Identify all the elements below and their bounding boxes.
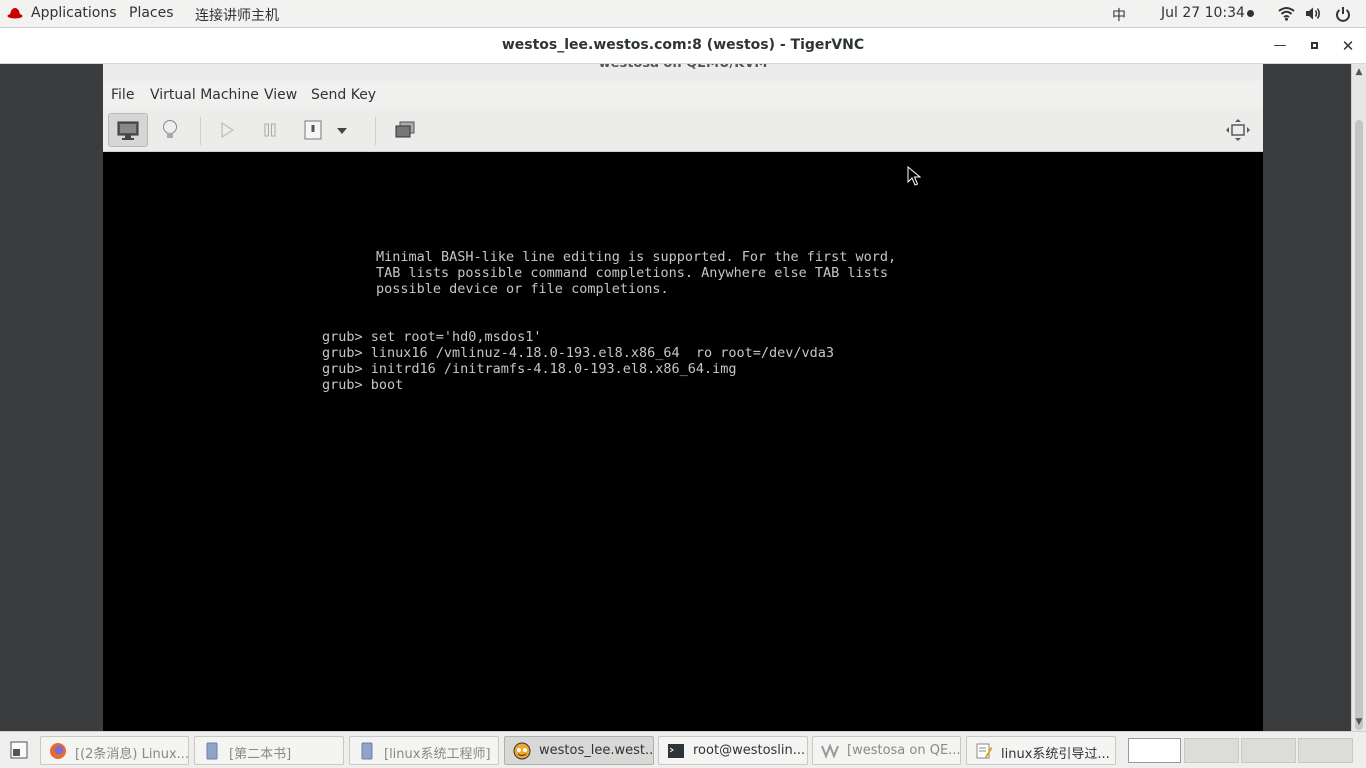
vm-toolbar	[103, 109, 1263, 152]
snapshots-button[interactable]	[385, 113, 425, 147]
workspace-3[interactable]	[1241, 738, 1296, 763]
fullscreen-icon	[1226, 119, 1250, 141]
vnc-title-bar: westos_lee.westos.com:8 (westos) - Tiger…	[0, 28, 1366, 64]
chevron-down-icon	[337, 128, 347, 134]
scrollbar-thumb[interactable]	[1355, 120, 1363, 730]
vm-console[interactable]: Minimal BASH-like line editing is suppor…	[103, 152, 1263, 731]
play-icon	[221, 121, 235, 139]
vnc-window-title: westos_lee.westos.com:8 (westos) - Tiger…	[501, 37, 865, 53]
firefox-icon	[50, 743, 66, 759]
tigervnc-icon	[513, 742, 531, 760]
vnc-remote-display[interactable]: westosa on QEMU/KVM File Virtual Machine…	[0, 64, 1352, 731]
taskbar-item-firefox[interactable]: [(2条消息) Linux...	[40, 736, 189, 765]
taskbar-item-label: [(2条消息) Linux...	[75, 747, 189, 762]
pause-button[interactable]	[250, 113, 290, 147]
run-button[interactable]	[207, 113, 247, 147]
virt-manager-icon	[821, 743, 839, 759]
taskbar-item-label: [第二本书]	[229, 747, 292, 762]
taskbar-item-second-book[interactable]: [第二本书]	[194, 736, 344, 765]
taskbar-item-text-editor[interactable]: linux系统引导过...	[966, 736, 1116, 765]
menu-virtual-machine[interactable]: Virtual Machine	[150, 87, 259, 103]
notification-dot-icon	[1247, 10, 1254, 17]
maximize-button[interactable]	[1304, 36, 1324, 56]
applications-menu[interactable]: Applications	[31, 5, 117, 21]
taskbar-item-terminal[interactable]: root@westoslin...	[658, 736, 808, 765]
workspace-2[interactable]	[1184, 738, 1239, 763]
console-line-3: possible device or file completions.	[376, 281, 669, 297]
taskbar-item-label: root@westoslin...	[693, 743, 806, 758]
document-icon	[361, 742, 373, 760]
menu-file[interactable]: File	[111, 87, 134, 103]
power-icon[interactable]	[1335, 6, 1351, 22]
shutdown-menu-button[interactable]	[332, 113, 352, 147]
menu-send-key[interactable]: Send Key	[311, 87, 376, 103]
wifi-icon[interactable]	[1278, 6, 1295, 21]
taskbar-item-label: [linux系统工程师]	[384, 747, 491, 762]
vnc-vertical-scrollbar[interactable]: ▲ ▼	[1351, 64, 1366, 731]
console-grub-line-2: grub> linux16 /vmlinuz-4.18.0-193.el8.x8…	[322, 345, 835, 361]
top-panel: Applications Places 连接讲师主机 中 Jul 27 10:3…	[0, 0, 1366, 28]
pause-icon	[264, 123, 276, 137]
terminal-icon	[668, 744, 684, 758]
console-line-2: TAB lists possible command completions. …	[376, 265, 889, 281]
scroll-up-arrow-icon[interactable]: ▲	[1352, 65, 1366, 79]
shutdown-button[interactable]	[293, 113, 333, 147]
mouse-cursor-icon	[907, 166, 921, 186]
volume-icon[interactable]	[1305, 6, 1322, 21]
taskbar-item-label: [westosa on QE...	[847, 743, 961, 758]
fullscreen-button[interactable]	[1218, 113, 1258, 147]
monitor-icon	[117, 121, 139, 140]
redhat-logo-icon	[7, 8, 23, 19]
taskbar-item-tigervnc[interactable]: westos_lee.west...	[504, 736, 654, 765]
connect-teacher-host-menu[interactable]: 连接讲师主机	[195, 5, 279, 25]
show-desktop-icon[interactable]	[10, 741, 28, 759]
taskbar: [(2条消息) Linux... [第二本书] [linux系统工程师] wes…	[0, 731, 1366, 768]
snapshot-icon	[395, 121, 415, 138]
virt-manager-window: westosa on QEMU/KVM File Virtual Machine…	[103, 64, 1263, 731]
workspace-4[interactable]	[1298, 738, 1353, 763]
input-method-indicator[interactable]: 中	[1112, 5, 1126, 25]
clock[interactable]: Jul 27 10:34	[1161, 5, 1245, 21]
taskbar-item-linux-engineer[interactable]: [linux系统工程师]	[349, 736, 499, 765]
console-grub-line-4: grub> boot	[322, 377, 404, 393]
taskbar-item-virt-manager[interactable]: [westosa on QE...	[812, 736, 961, 765]
close-button[interactable]: ✕	[1338, 36, 1358, 56]
vm-menubar: File Virtual Machine View Send Key	[103, 81, 1263, 109]
taskbar-item-label: westos_lee.west...	[539, 743, 654, 758]
places-menu[interactable]: Places	[129, 5, 174, 21]
minimize-button[interactable]: —	[1270, 36, 1290, 56]
text-editor-icon	[976, 743, 993, 759]
console-line-1: Minimal BASH-like line editing is suppor…	[376, 249, 897, 265]
show-details-button[interactable]	[150, 113, 190, 147]
vm-window-title: westosa on QEMU/KVM	[103, 64, 1263, 74]
power-off-icon	[304, 120, 322, 140]
show-console-button[interactable]	[108, 113, 148, 147]
lightbulb-icon	[163, 120, 177, 138]
scroll-down-arrow-icon[interactable]: ▼	[1352, 715, 1366, 729]
menu-view[interactable]: View	[264, 87, 297, 103]
taskbar-item-label: linux系统引导过...	[1001, 747, 1110, 762]
console-grub-line-3: grub> initrd16 /initramfs-4.18.0-193.el8…	[322, 361, 737, 377]
workspace-1[interactable]	[1128, 738, 1181, 763]
console-grub-line-1: grub> set root='hd0,msdos1'	[322, 329, 542, 345]
document-icon	[206, 742, 218, 760]
